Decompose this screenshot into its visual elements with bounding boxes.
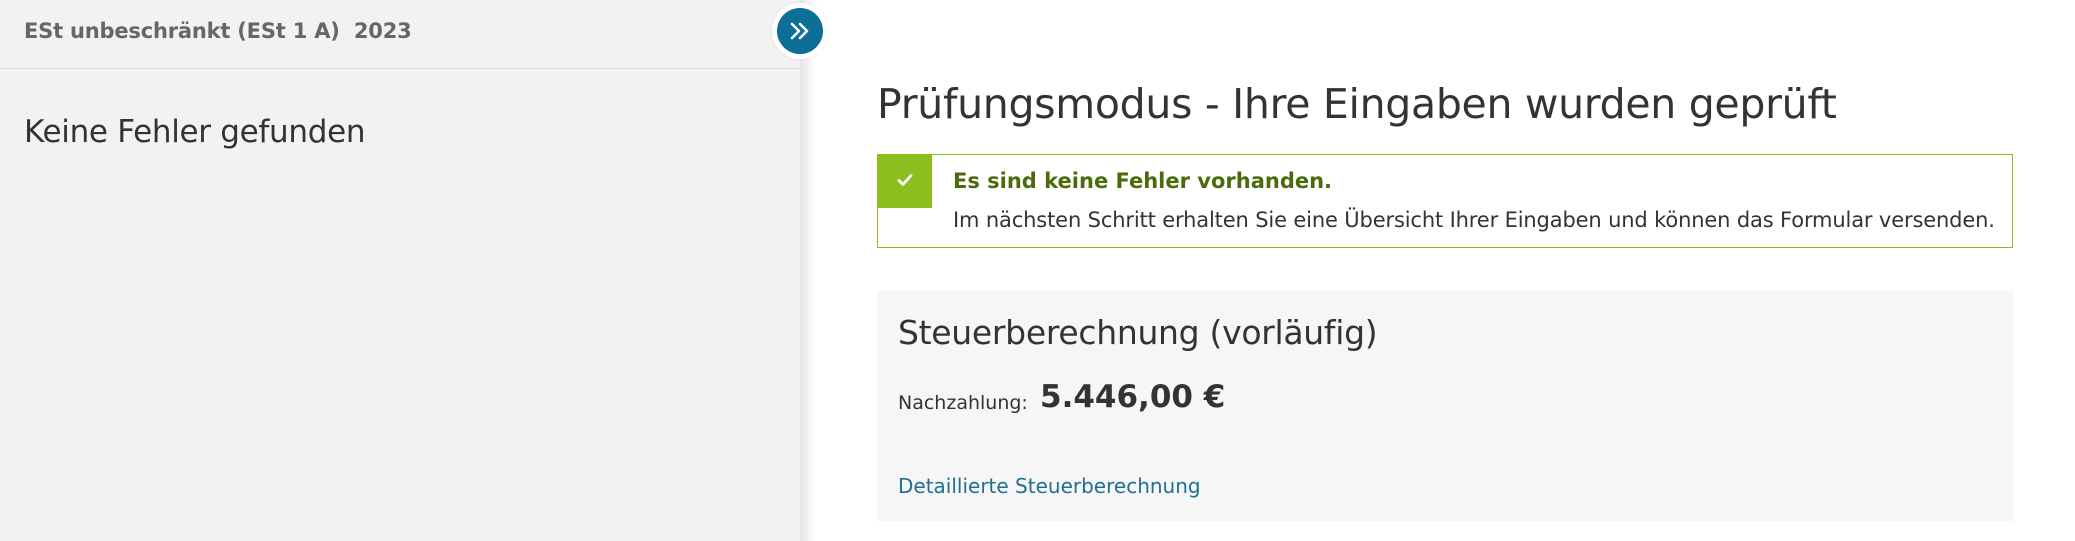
page-title: Prüfungsmodus - Ihre Eingaben wurden gep…: [877, 80, 1837, 128]
additional-payment-label: Nachzahlung:: [898, 392, 1028, 414]
form-title: ESt unbeschränkt (ESt 1 A) 2023: [24, 19, 412, 43]
sidebar-shadow: [800, 0, 816, 541]
success-text: Im nächsten Schritt erhalten Sie eine Üb…: [953, 208, 1995, 232]
detailed-tax-calculation-link[interactable]: Detaillierte Steuerberechnung: [898, 474, 1201, 498]
app-root: ESt unbeschränkt (ESt 1 A) 2023 Keine Fe…: [0, 0, 2075, 541]
tax-calculation-title: Steuerberechnung (vorläufig): [898, 313, 1378, 352]
main-content: Prüfungsmodus - Ihre Eingaben wurden gep…: [877, 0, 2015, 541]
sidebar: ESt unbeschränkt (ESt 1 A) 2023 Keine Fe…: [0, 0, 800, 541]
no-errors-message: Keine Fehler gefunden: [24, 114, 366, 150]
additional-payment-value: 5.446,00 €: [1040, 379, 1226, 415]
sidebar-header: ESt unbeschränkt (ESt 1 A) 2023: [0, 0, 800, 69]
check-icon: [877, 154, 932, 208]
sidebar-toggle-button[interactable]: [772, 3, 828, 59]
tax-calculation-card: Steuerberechnung (vorläufig) Nachzahlung…: [877, 291, 2013, 521]
success-heading: Es sind keine Fehler vorhanden.: [953, 169, 1333, 193]
double-chevron-right-icon[interactable]: [777, 8, 823, 54]
success-alert: Es sind keine Fehler vorhanden. Im nächs…: [877, 154, 2013, 248]
